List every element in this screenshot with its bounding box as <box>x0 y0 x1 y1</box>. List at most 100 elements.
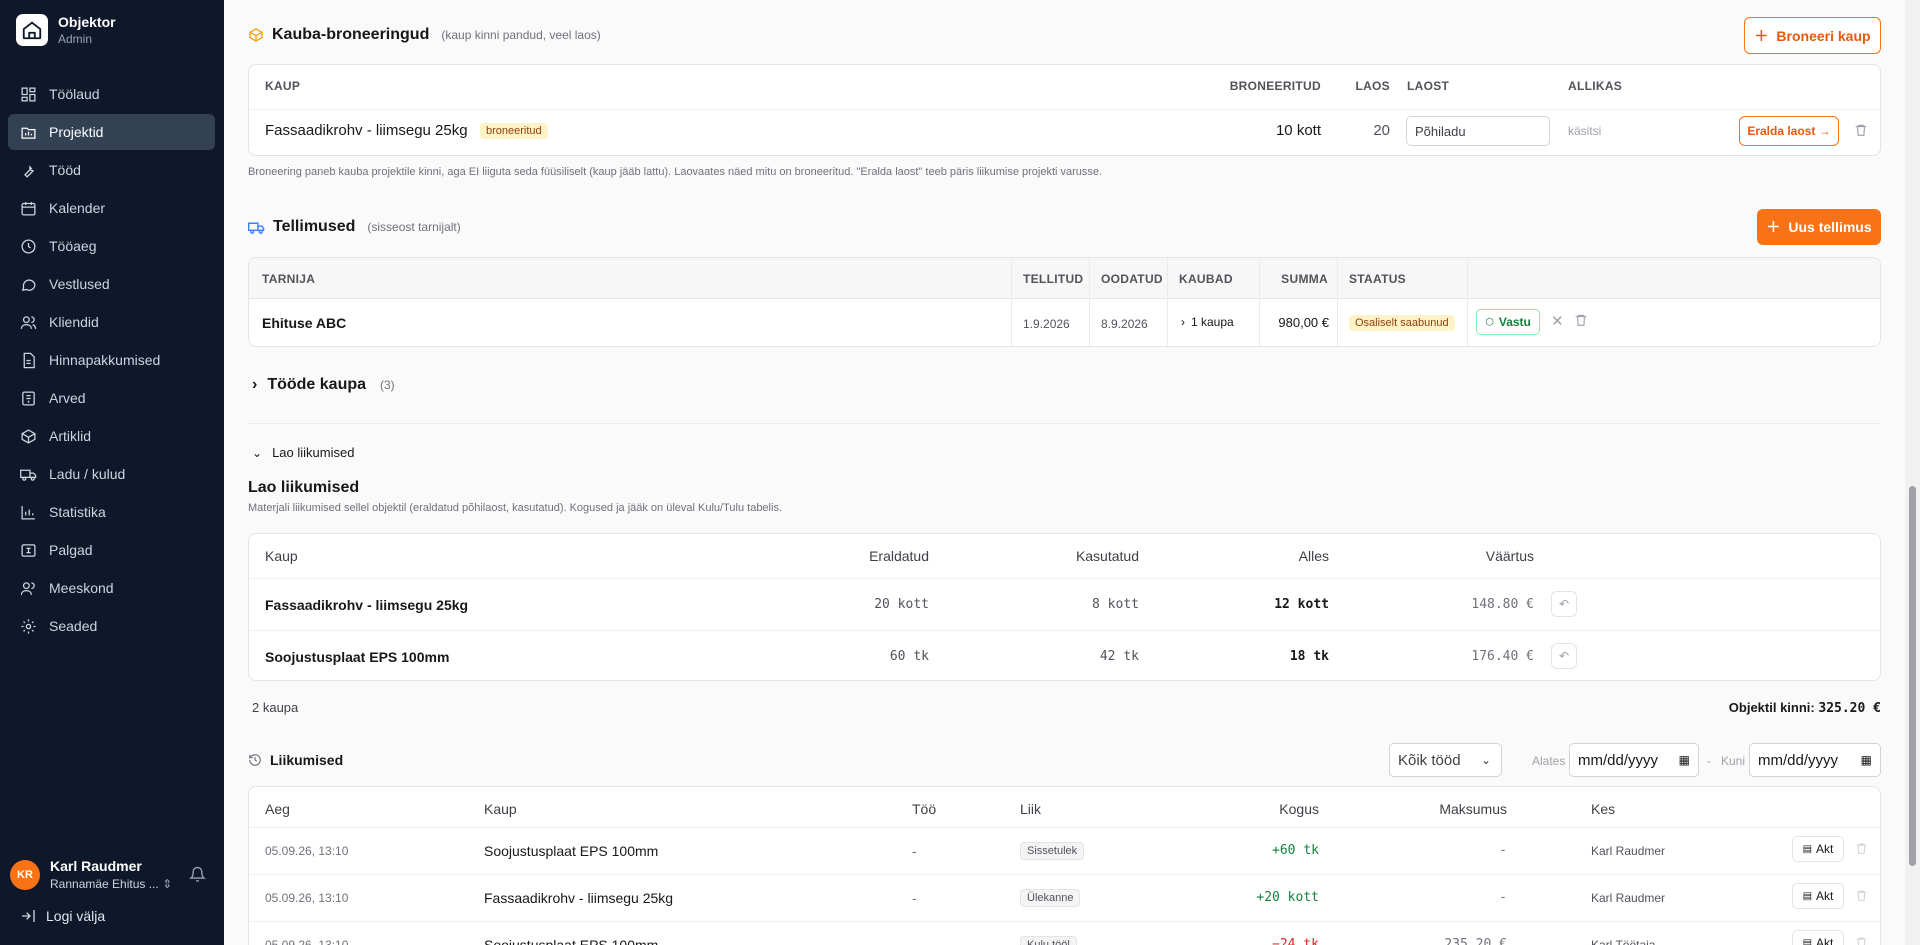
sidebar-item-kalender[interactable]: Kalender <box>8 190 215 226</box>
brand[interactable]: Objektor Admin <box>16 14 116 46</box>
sidebar-nav: Töölaud Projektid Tööd Kalender Tööaeg Vestlu… <box>8 76 215 646</box>
undo-button[interactable]: ↶ <box>1551 591 1577 617</box>
log-row-time: 05.09.26, 13:10 <box>265 891 349 905</box>
wallet-icon <box>21 543 36 557</box>
job-filter-value: Kõik tööd <box>1398 751 1461 769</box>
warehouse-select[interactable]: Põhiladu <box>1406 116 1550 146</box>
sidebar-item-statistika[interactable]: Statistika <box>8 494 215 530</box>
calendar-icon <box>21 201 36 216</box>
trash-icon[interactable] <box>1855 936 1868 945</box>
chart-icon <box>21 505 35 520</box>
stock-row-allocated: 60 tk <box>889 649 929 664</box>
sidebar-item-tööaeg[interactable]: Tööaeg <box>8 228 215 264</box>
stock-total: Objektil kinni: 325.20 € <box>1729 700 1881 716</box>
sidebar-item-vestlused[interactable]: Vestlused <box>8 266 215 302</box>
scrollbar[interactable] <box>1905 0 1920 945</box>
reserve-item-button[interactable]: ＋ Broneeri kaup <box>1744 17 1881 54</box>
reservations-note: Broneering paneb kauba projektile kinni,… <box>248 166 1103 178</box>
date-to-input[interactable]: mm/dd/yyyy ▦ <box>1749 743 1881 777</box>
log-row-time: 05.09.26, 13:10 <box>265 938 349 945</box>
sidebar-item-label: Kalender <box>49 200 106 216</box>
order-goods: 1 kaupa <box>1191 315 1234 329</box>
undo-button[interactable]: ↶ <box>1551 643 1577 669</box>
projects-icon <box>21 127 36 139</box>
date-to-value: mm/dd/yyyy <box>1758 751 1839 769</box>
log-row-cost: - <box>1499 890 1507 905</box>
sidebar-item-seaded[interactable]: Seaded <box>8 608 215 644</box>
col-stock: LAOS <box>1355 79 1390 93</box>
sidebar-item-arved[interactable]: Arved <box>8 380 215 416</box>
user-org: Rannamäe Ehitus ... ⇕ <box>50 877 173 891</box>
document-icon: ▤ <box>1802 937 1813 945</box>
sidebar-item-töölaud[interactable]: Töölaud <box>8 76 215 112</box>
stock-row-value: 176.40 € <box>1471 649 1534 664</box>
stock-movements-toggle[interactable]: ⌄ Lao liikumised <box>252 445 354 460</box>
order-status-badge: Osaliselt saabunud <box>1349 315 1455 331</box>
act-button[interactable]: ▤ Akt <box>1792 930 1844 945</box>
sidebar: Objektor Admin Töölaud Projektid Tööd Kalen… <box>0 0 224 945</box>
col-supplier: TARNIJA <box>262 272 316 286</box>
trash-icon[interactable] <box>1574 313 1588 330</box>
logout-button[interactable]: Logi välja <box>20 908 105 924</box>
user-name: Karl Raudmer <box>50 858 142 874</box>
close-icon[interactable]: ✕ <box>1551 312 1564 330</box>
order-goods-toggle[interactable]: › 1 kaupa <box>1181 315 1234 329</box>
col-item: KAUP <box>265 79 301 93</box>
log-row-job: - <box>912 890 917 906</box>
package-icon: ⬡ <box>1485 316 1494 328</box>
col-sum: SUMMA <box>1281 272 1328 286</box>
job-filter-select[interactable]: Kõik tööd ⌄ <box>1389 743 1502 777</box>
jobs-by-item-toggle[interactable]: › Tööde kaupa (3) <box>252 376 395 394</box>
log-row-qty: +60 tk <box>1272 843 1319 858</box>
trash-icon[interactable] <box>1854 123 1868 140</box>
allocate-button[interactable]: Eralda laost → <box>1739 116 1839 146</box>
act-label: Akt <box>1816 936 1834 945</box>
log-row-cost: - <box>1499 843 1507 858</box>
date-dash: - <box>1707 754 1711 768</box>
scrollbar-thumb[interactable] <box>1909 486 1916 866</box>
reservations-table: KAUP BRONEERITUD LAOS LAOST ALLIKAS Fass… <box>248 64 1881 156</box>
users-icon <box>20 315 37 329</box>
stock-total-value: 325.20 € <box>1818 701 1881 716</box>
col-expected: OODATUD <box>1101 272 1163 286</box>
sidebar-item-label: Seaded <box>49 618 98 634</box>
sidebar-item-hinnapakkumised[interactable]: Hinnapakkumised <box>8 342 215 378</box>
sidebar-item-projektid[interactable]: Projektid <box>8 114 215 150</box>
bell-icon[interactable] <box>188 866 207 886</box>
app-name: Objektor <box>58 14 116 30</box>
act-button[interactable]: ▤ Akt <box>1792 836 1844 862</box>
log-row-who: Karl Töötaja <box>1591 938 1656 945</box>
truck-icon <box>248 222 265 234</box>
sidebar-item-tööd[interactable]: Tööd <box>8 152 215 188</box>
sidebar-item-artiklid[interactable]: Artiklid <box>8 418 215 454</box>
jobs-by-item-count: (3) <box>380 378 395 392</box>
chevron-down-icon: ⌄ <box>1480 753 1491 767</box>
new-order-label: Uus tellimus <box>1788 219 1872 235</box>
document-icon: ▤ <box>1802 890 1813 902</box>
receive-label: Vastu <box>1498 315 1531 329</box>
house-logo-icon <box>16 14 48 46</box>
act-button[interactable]: ▤ Akt <box>1792 883 1844 909</box>
log-row-qty: −24 tk <box>1272 937 1319 945</box>
sidebar-item-kliendid[interactable]: Kliendid <box>8 304 215 340</box>
log-table: Aeg Kaup Töö Liik Kogus Maksumus Kes 05.… <box>248 786 1881 945</box>
reservation-stock: 20 <box>1373 122 1390 139</box>
trash-icon[interactable] <box>1855 889 1868 905</box>
receive-button[interactable]: ⬡ Vastu <box>1476 309 1540 335</box>
chevron-right-icon: › <box>252 376 258 393</box>
log-title: Liikumised <box>270 752 344 768</box>
trash-icon[interactable] <box>1855 842 1868 858</box>
chevron-right-icon: › <box>1181 315 1185 329</box>
user-menu[interactable]: KR Karl Raudmer Rannamäe Ehitus ... ⇕ <box>10 858 214 891</box>
sidebar-item-palgad[interactable]: Palgad <box>8 532 215 568</box>
undo-icon: ↶ <box>1558 649 1570 663</box>
stock-movements-toggle-label: Lao liikumised <box>272 445 355 460</box>
sidebar-item-ladu-kulud[interactable]: Ladu / kulud <box>8 456 215 492</box>
clock-icon <box>21 238 36 254</box>
truck-icon <box>20 469 37 481</box>
new-order-button[interactable]: ＋ Uus tellimus <box>1757 209 1881 245</box>
col-status: STAATUS <box>1349 272 1406 286</box>
sidebar-item-meeskond[interactable]: Meeskond <box>8 570 215 606</box>
sidebar-item-label: Artiklid <box>49 428 92 444</box>
date-from-input[interactable]: mm/dd/yyyy ▦ <box>1569 743 1699 777</box>
